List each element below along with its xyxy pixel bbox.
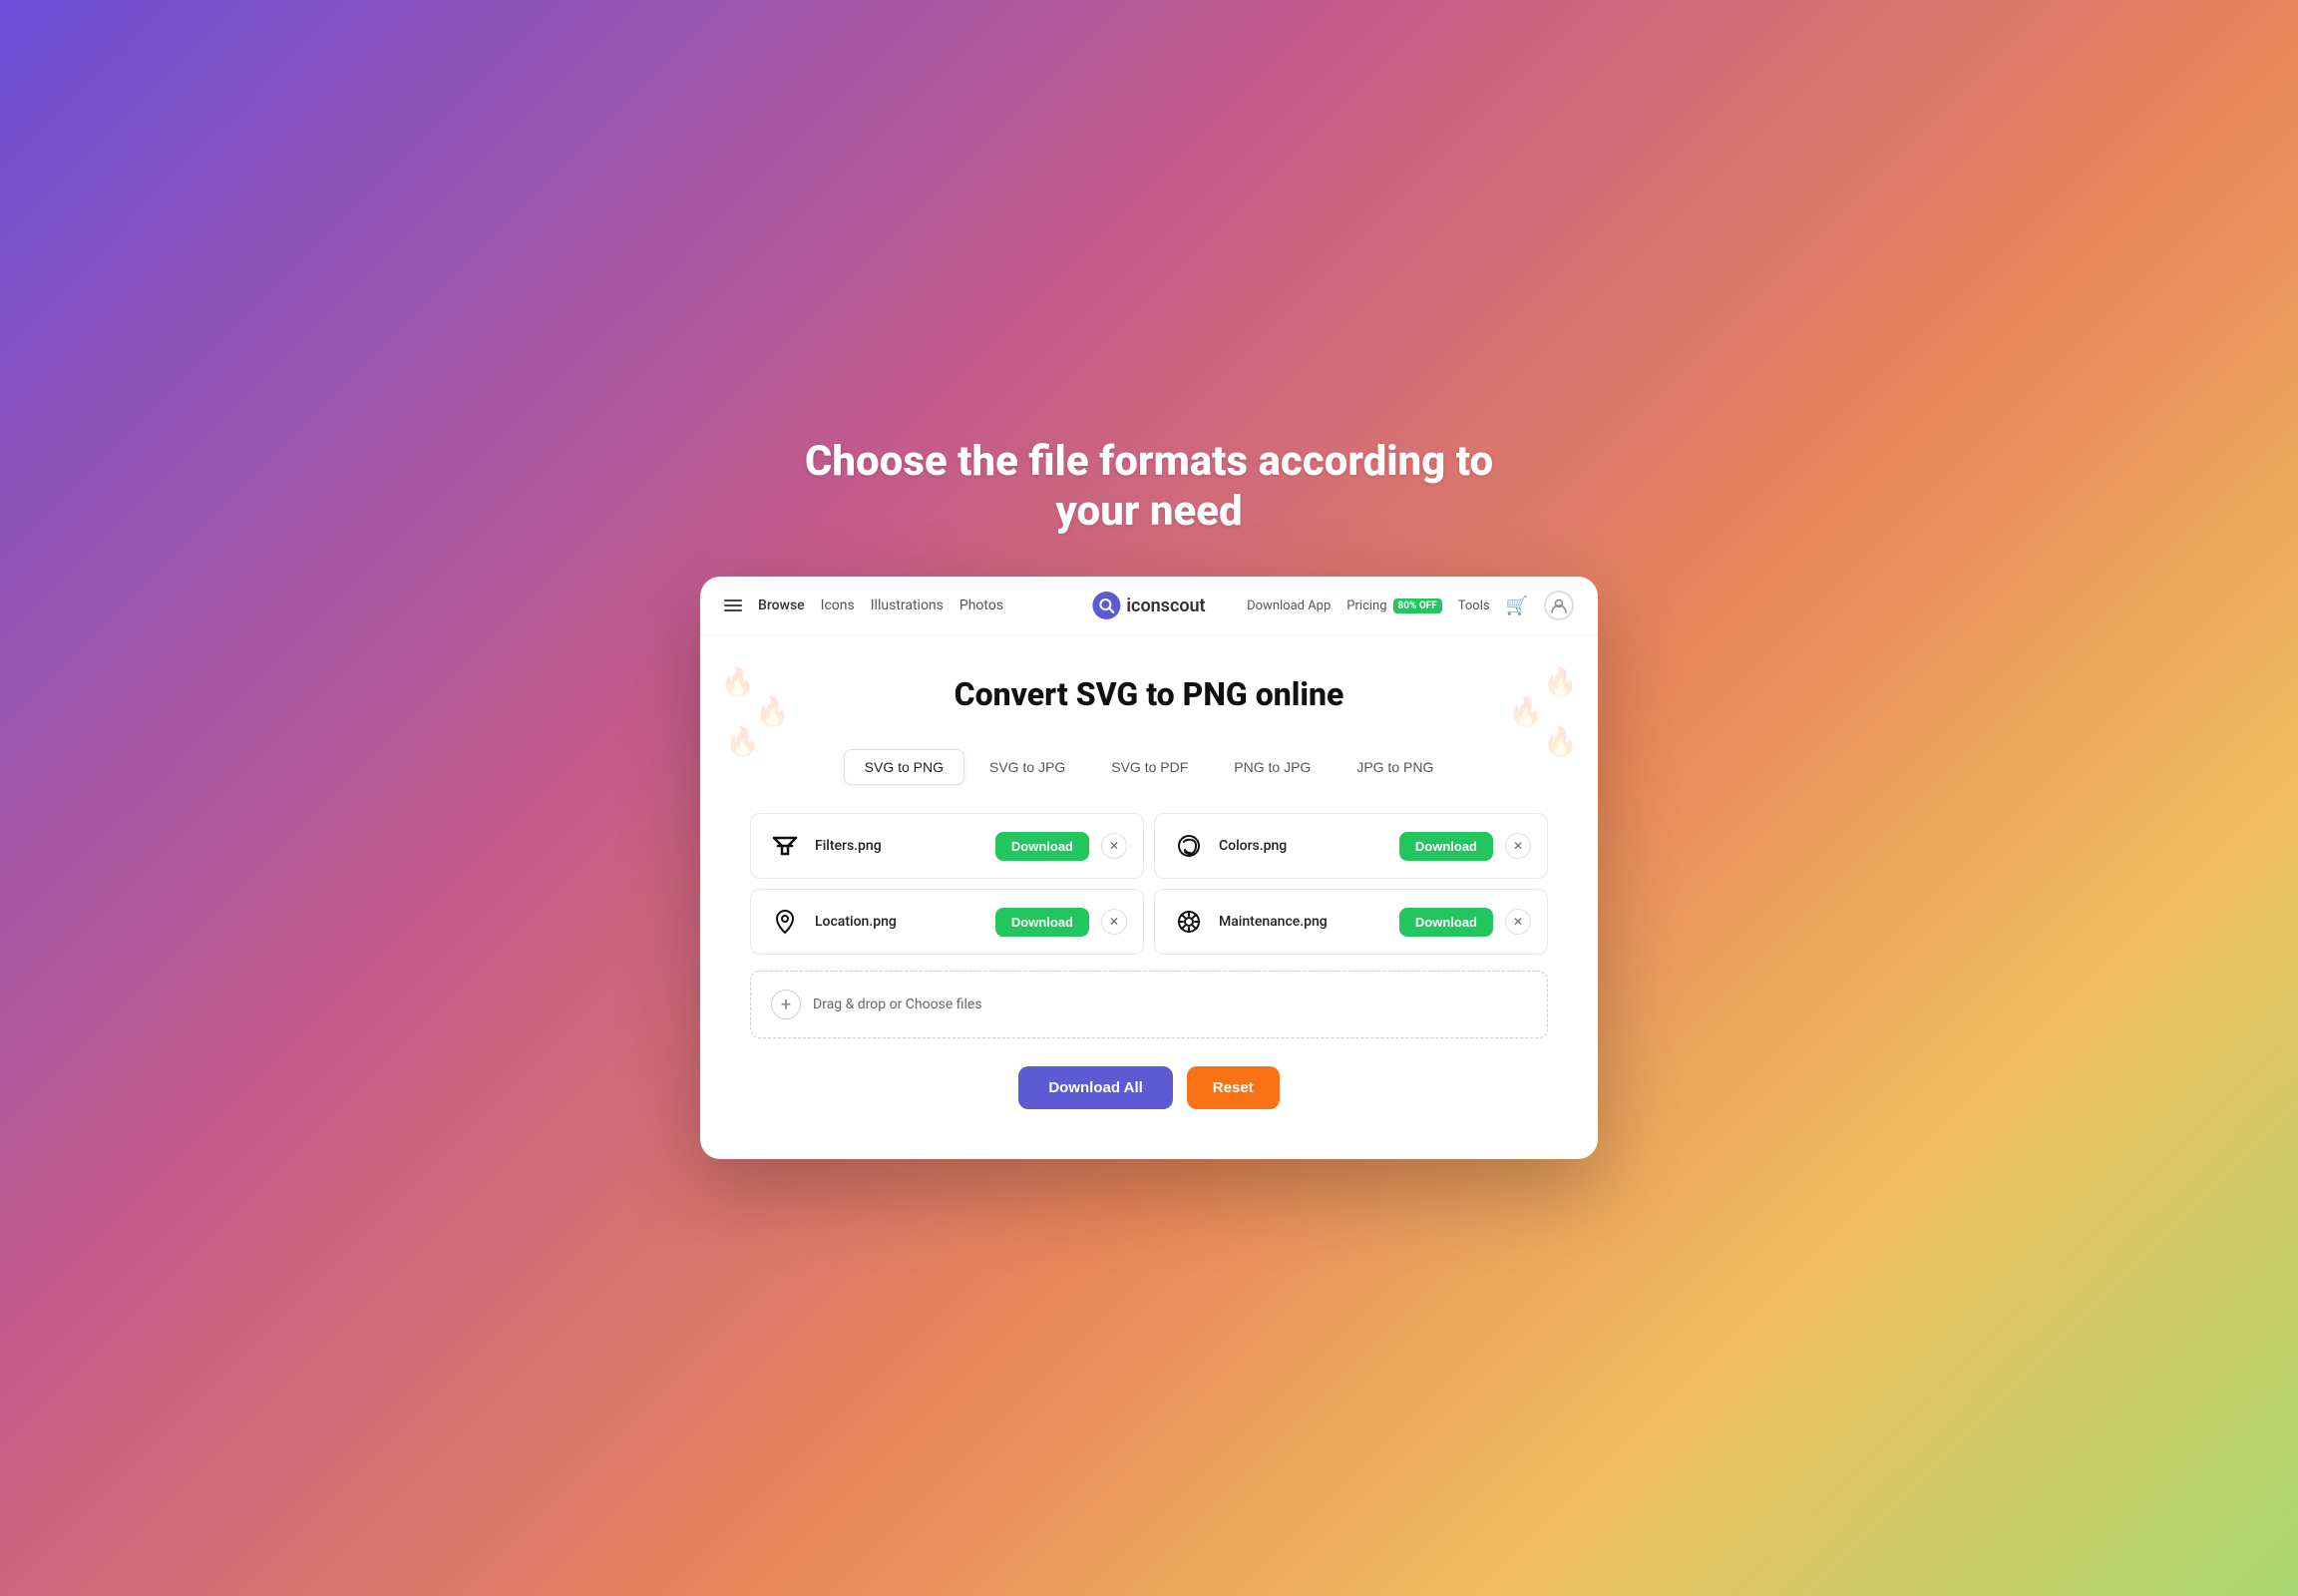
off-badge: 80% OFF <box>1393 598 1442 613</box>
main-content: 🔥 🔥 🔥 🔥 🔥 🔥 Convert SVG to PNG online SV… <box>700 635 1598 1159</box>
file-name-colors: Colors.png <box>1219 838 1387 854</box>
nav-right: Download App Pricing 80% OFF Tools 🛒 <box>1149 591 1574 620</box>
nav-links: Icons Illustrations Photos <box>821 598 1003 613</box>
user-avatar[interactable] <box>1544 591 1574 620</box>
nav-center-logo[interactable]: iconscout <box>1092 592 1205 619</box>
download-btn-location[interactable]: Download <box>995 908 1089 937</box>
drop-zone[interactable]: + Drag & drop or Choose files <box>750 971 1548 1038</box>
colors-icon <box>1171 828 1207 864</box>
nav-tools[interactable]: Tools <box>1458 598 1490 613</box>
tab-svg-to-jpg[interactable]: SVG to JPG <box>968 749 1086 785</box>
location-icon <box>767 904 803 940</box>
reset-button[interactable]: Reset <box>1187 1066 1280 1109</box>
navbar: Browse Icons Illustrations Photos iconsc… <box>700 577 1598 635</box>
download-btn-colors[interactable]: Download <box>1399 832 1493 861</box>
app-window: Browse Icons Illustrations Photos iconsc… <box>700 577 1598 1159</box>
file-grid: Filters.png Download ✕ Colors.png Downlo… <box>750 813 1548 955</box>
file-row-location: Location.png Download ✕ <box>750 889 1144 955</box>
filter-icon <box>767 828 803 864</box>
nav-photos[interactable]: Photos <box>959 598 1003 613</box>
tab-png-to-jpg[interactable]: PNG to JPG <box>1213 749 1332 785</box>
close-btn-maintenance[interactable]: ✕ <box>1505 909 1531 935</box>
action-buttons: Download All Reset <box>750 1066 1548 1109</box>
pricing-with-badge[interactable]: Pricing 80% OFF <box>1346 598 1441 613</box>
fire-deco-tr1: 🔥 <box>1543 665 1578 698</box>
fire-deco-tr3: 🔥 <box>1543 725 1578 758</box>
cart-icon[interactable]: 🛒 <box>1506 596 1528 616</box>
file-row-filters: Filters.png Download ✕ <box>750 813 1144 879</box>
tab-jpg-to-png[interactable]: JPG to PNG <box>1336 749 1454 785</box>
file-name-maintenance: Maintenance.png <box>1219 914 1387 930</box>
format-tabs: SVG to PNG SVG to JPG SVG to PDF PNG to … <box>750 749 1548 785</box>
nav-pricing: Pricing <box>1346 598 1386 613</box>
logo-icon <box>1092 592 1120 619</box>
file-row-colors: Colors.png Download ✕ <box>1154 813 1548 879</box>
file-row-maintenance: Maintenance.png Download ✕ <box>1154 889 1548 955</box>
tab-svg-to-png[interactable]: SVG to PNG <box>844 749 964 785</box>
maintenance-icon <box>1171 904 1207 940</box>
drop-zone-text: Drag & drop or Choose files <box>813 997 982 1012</box>
nav-browse[interactable]: Browse <box>758 598 805 613</box>
page-title: Convert SVG to PNG online <box>750 675 1548 713</box>
close-btn-colors[interactable]: ✕ <box>1505 833 1531 859</box>
close-btn-location[interactable]: ✕ <box>1101 909 1127 935</box>
file-name-filters: Filters.png <box>815 838 983 854</box>
nav-icons[interactable]: Icons <box>821 598 855 613</box>
hamburger-icon[interactable] <box>724 599 742 611</box>
tab-svg-to-pdf[interactable]: SVG to PDF <box>1090 749 1209 785</box>
file-name-location: Location.png <box>815 914 983 930</box>
nav-illustrations[interactable]: Illustrations <box>871 598 944 613</box>
download-all-button[interactable]: Download All <box>1018 1066 1172 1109</box>
hero-title: Choose the file formats according to you… <box>800 437 1498 538</box>
nav-left: Browse Icons Illustrations Photos <box>724 598 1149 613</box>
logo-text: iconscout <box>1126 596 1205 616</box>
download-btn-maintenance[interactable]: Download <box>1399 908 1493 937</box>
nav-download-app[interactable]: Download App <box>1247 598 1331 613</box>
download-btn-filters[interactable]: Download <box>995 832 1089 861</box>
drop-zone-plus-icon: + <box>771 990 801 1019</box>
close-btn-filters[interactable]: ✕ <box>1101 833 1127 859</box>
